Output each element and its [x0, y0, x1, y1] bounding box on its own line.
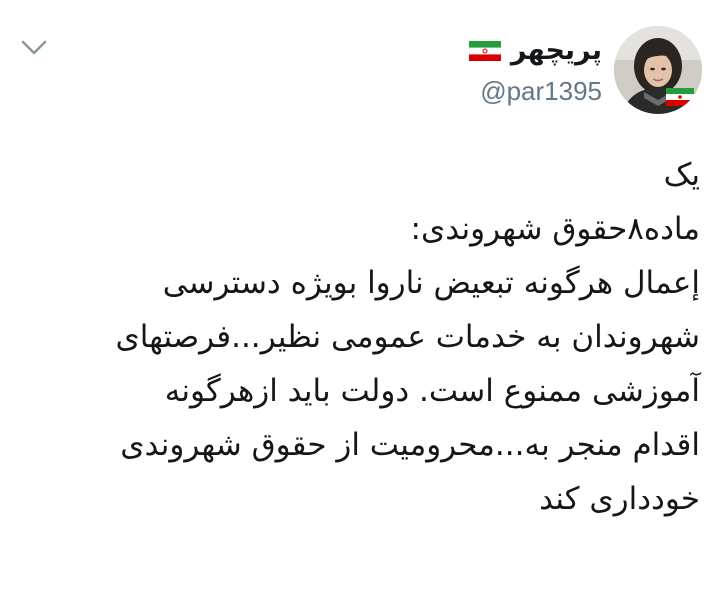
tweet-line: خودداری کند [539, 481, 700, 517]
tweet-text: یک ماده۸حقوق شهروندی: إعمال هرگونه تبعیض… [10, 148, 700, 526]
tweet-line: اقدام منجر به...محرومیت از حقوق شهروندی [120, 427, 700, 463]
avatar[interactable] [614, 26, 702, 114]
author-display-name[interactable]: پریچهر [511, 34, 602, 68]
tweet-line: إعمال هرگونه تبعیض ناروا بویژه دسترسی [162, 265, 700, 301]
tweet-line: شهروندان به خدمات عمومی نظیر...فرصتهای [115, 319, 700, 355]
chevron-down-icon[interactable] [20, 38, 48, 58]
tweet-line: یک [663, 157, 700, 193]
author-handle[interactable]: @par1395 [480, 76, 602, 106]
tweet-line: آموزشی ممنوع است. دولت باید ازهرگونه [164, 373, 700, 409]
tweet-line: ماده۸حقوق شهروندی: [410, 211, 700, 247]
profile-photo-avatar [614, 26, 702, 114]
iran-flag-icon [468, 40, 502, 62]
author-name-row[interactable]: پریچهر [468, 34, 602, 68]
tweet-card: پریچهر @par1395 یک ماده۸حقوق شهروندی: إع… [0, 0, 720, 600]
